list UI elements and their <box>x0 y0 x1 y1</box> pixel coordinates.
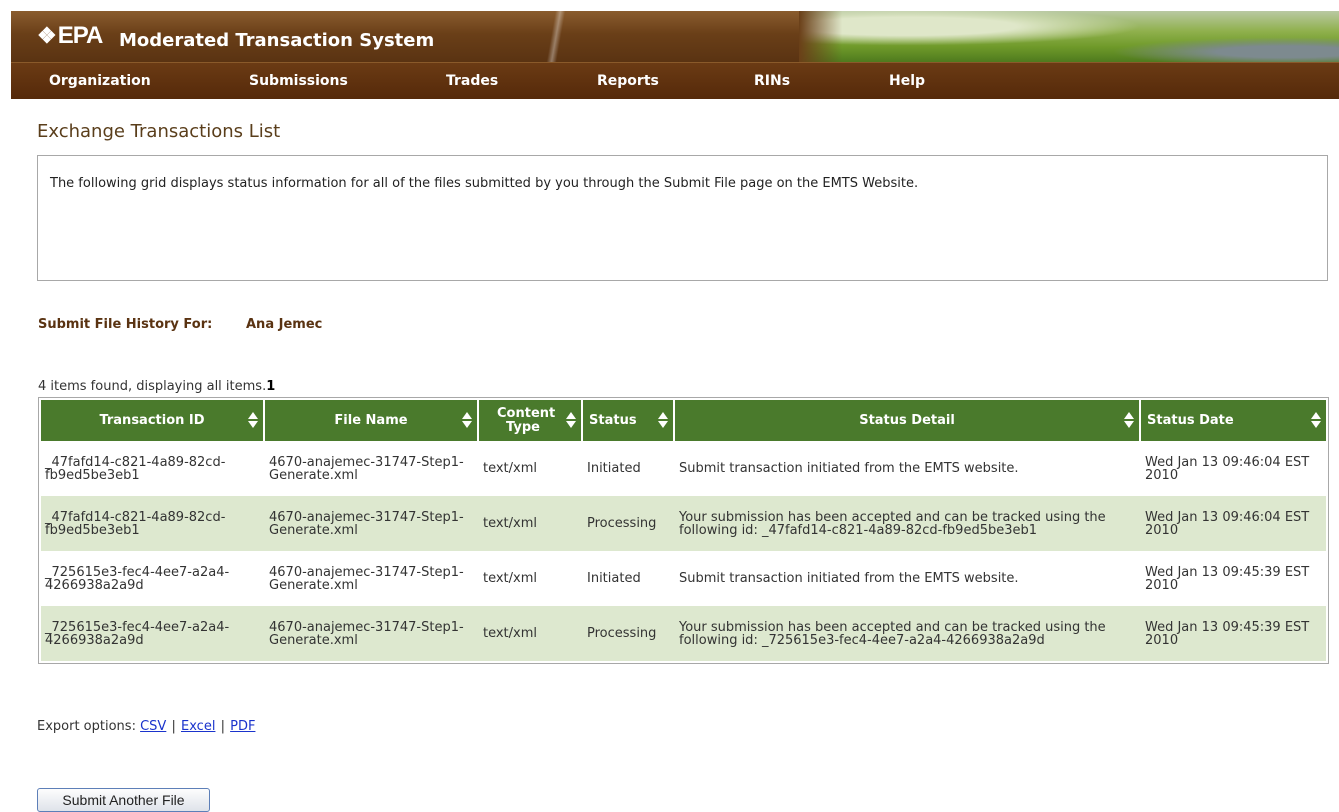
cell-status-detail: Your submission has been accepted and ca… <box>675 606 1141 661</box>
site-banner: ❖EPA Moderated Transaction System <box>11 0 1339 62</box>
epa-logo[interactable]: ❖EPA <box>37 22 104 50</box>
item-count: 4 items found, displaying all items.1 <box>38 379 275 394</box>
sort-arrows-icon[interactable] <box>248 411 258 429</box>
cell-status-date: Wed Jan 13 09:46:04 EST 2010 <box>1145 454 1310 483</box>
submit-another-file-button[interactable]: Submit Another File <box>37 788 210 812</box>
cell-file-name: 4670-anajemec-31747-Step1-Generate.xml <box>269 454 464 483</box>
cell-file-name: 4670-anajemec-31747-Step1-Generate.xml <box>269 564 464 593</box>
item-count-text: 4 items found, displaying all items. <box>38 379 267 394</box>
col-status[interactable]: Status <box>583 400 675 441</box>
nav-reports[interactable]: Reports <box>597 73 659 89</box>
col-label: Status Date <box>1147 413 1234 428</box>
cell-status: Processing <box>583 606 675 661</box>
col-label: Content Type <box>497 405 556 435</box>
banner-landscape-image <box>799 11 1339 62</box>
transactions-grid: Transaction ID File Name Content Type St… <box>38 397 1329 664</box>
col-label: Status Detail <box>859 413 955 428</box>
col-content-type[interactable]: Content Type <box>479 400 583 441</box>
cell-status: Initiated <box>587 571 641 586</box>
epa-seal-icon: ❖ <box>37 23 57 48</box>
nav-submissions[interactable]: Submissions <box>249 73 348 89</box>
transactions-table: Transaction ID File Name Content Type St… <box>41 400 1326 661</box>
col-status-detail[interactable]: Status Detail <box>675 400 1141 441</box>
table-row: _725615e3-fec4-4ee7-a2a4-4266938a2a9d 46… <box>41 551 1326 606</box>
cell-transaction-id: _725615e3-fec4-4ee7-a2a4-4266938a2a9d <box>41 606 265 661</box>
history-label: Submit File History For: <box>38 317 213 332</box>
cell-status-date: Wed Jan 13 09:46:04 EST 2010 <box>1141 496 1326 551</box>
sort-arrows-icon[interactable] <box>462 411 472 429</box>
export-label: Export options: <box>37 719 136 734</box>
table-header-row: Transaction ID File Name Content Type St… <box>41 400 1326 441</box>
export-options: Export options: CSV | Excel | PDF <box>37 719 255 734</box>
main-nav: Organization Submissions Trades Reports … <box>11 62 1339 99</box>
epa-logo-text: EPA <box>57 22 104 49</box>
col-label: Transaction ID <box>99 413 205 428</box>
cell-transaction-id: _47fafd14-c821-4a89-82cd-fb9ed5be3eb1 <box>41 496 265 551</box>
page-number[interactable]: 1 <box>266 379 275 394</box>
cell-status: Processing <box>583 496 675 551</box>
col-transaction-id[interactable]: Transaction ID <box>41 400 265 441</box>
table-row: _47fafd14-c821-4a89-82cd-fb9ed5be3eb1 46… <box>41 496 1326 551</box>
col-label: File Name <box>334 413 408 428</box>
cell-file-name: 4670-anajemec-31747-Step1-Generate.xml <box>265 496 479 551</box>
cell-transaction-id: _725615e3-fec4-4ee7-a2a4-4266938a2a9d <box>45 564 230 593</box>
cell-status-date: Wed Jan 13 09:45:39 EST 2010 <box>1145 564 1310 593</box>
sort-arrows-icon[interactable] <box>1124 411 1134 429</box>
sort-arrows-icon[interactable] <box>566 411 576 429</box>
export-csv-link[interactable]: CSV <box>140 719 166 734</box>
page-title: Exchange Transactions List <box>37 121 281 142</box>
cell-status-detail: Submit transaction initiated from the EM… <box>679 461 1019 476</box>
cell-content-type: text/xml <box>479 606 583 661</box>
col-status-date[interactable]: Status Date <box>1141 400 1326 441</box>
cell-status-detail: Your submission has been accepted and ca… <box>675 496 1141 551</box>
export-pdf-link[interactable]: PDF <box>230 719 255 734</box>
nav-organization[interactable]: Organization <box>49 73 151 89</box>
col-label: Status <box>589 413 637 428</box>
table-row: _47fafd14-c821-4a89-82cd-fb9ed5be3eb1 46… <box>41 441 1326 496</box>
table-row: _725615e3-fec4-4ee7-a2a4-4266938a2a9d 46… <box>41 606 1326 661</box>
col-file-name[interactable]: File Name <box>265 400 479 441</box>
export-excel-link[interactable]: Excel <box>181 719 215 734</box>
sort-arrows-icon[interactable] <box>658 411 668 429</box>
info-box: The following grid displays status infor… <box>37 155 1328 281</box>
nav-rins[interactable]: RINs <box>754 73 790 89</box>
cell-status: Initiated <box>587 461 641 476</box>
export-separator: | <box>220 719 225 734</box>
cell-status-detail: Submit transaction initiated from the EM… <box>679 571 1019 586</box>
cell-status-date: Wed Jan 13 09:45:39 EST 2010 <box>1141 606 1326 661</box>
cell-content-type: text/xml <box>483 461 538 476</box>
cell-transaction-id: _47fafd14-c821-4a89-82cd-fb9ed5be3eb1 <box>45 454 226 483</box>
cell-file-name: 4670-anajemec-31747-Step1-Generate.xml <box>265 606 479 661</box>
history-user: Ana Jemec <box>246 317 323 332</box>
cell-content-type: text/xml <box>479 496 583 551</box>
nav-help[interactable]: Help <box>889 73 925 89</box>
cell-content-type: text/xml <box>483 571 538 586</box>
app-title: Moderated Transaction System <box>119 30 435 51</box>
info-text: The following grid displays status infor… <box>50 176 919 191</box>
sort-arrows-icon[interactable] <box>1311 411 1321 429</box>
export-separator: | <box>171 719 176 734</box>
nav-trades[interactable]: Trades <box>446 73 498 89</box>
